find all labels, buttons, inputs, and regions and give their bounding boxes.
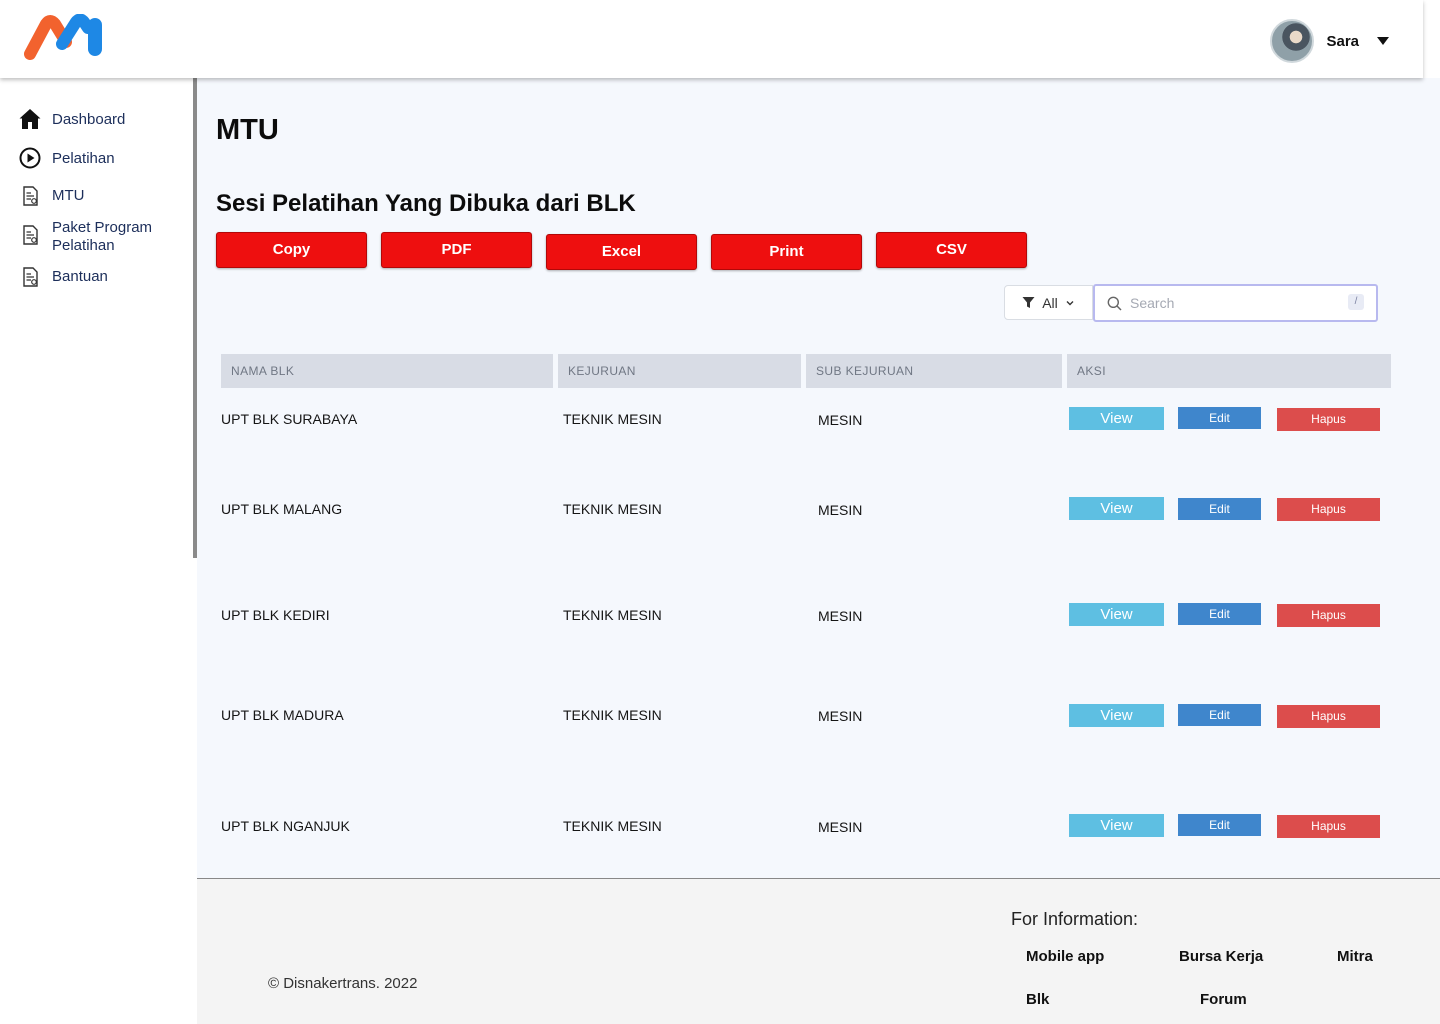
- delete-button[interactable]: Hapus: [1277, 408, 1380, 431]
- cell-nama-blk: UPT BLK KEDIRI: [221, 607, 330, 623]
- sidebar-item-label: Bantuan: [52, 268, 108, 285]
- delete-button[interactable]: Hapus: [1277, 705, 1380, 728]
- view-button[interactable]: View: [1069, 814, 1164, 837]
- cell-nama-blk: UPT BLK NGANJUK: [221, 818, 350, 834]
- sidebar-item-mtu[interactable]: MTU: [18, 184, 85, 208]
- footer-link-blk[interactable]: Blk: [1026, 991, 1049, 1008]
- sidebar-item-label: Paket Program Pelatihan: [52, 219, 153, 254]
- sidebar-item-label: Dashboard: [52, 111, 126, 128]
- column-header-nama-blk[interactable]: NAMA BLK: [221, 354, 553, 388]
- cell-sub-kejuruan: MESIN: [818, 708, 863, 724]
- sidebar-item-pelatihan[interactable]: Pelatihan: [18, 146, 115, 170]
- avatar[interactable]: [1270, 19, 1315, 63]
- csv-button[interactable]: CSV: [876, 232, 1027, 268]
- copyright-text: © Disnakertrans. 2022: [268, 975, 418, 992]
- cell-kejuruan: TEKNIK MESIN: [563, 707, 662, 723]
- document-icon: [18, 265, 42, 289]
- play-circle-icon: [18, 146, 42, 170]
- section-title: Sesi Pelatihan Yang Dibuka dari BLK: [216, 190, 636, 217]
- edit-button[interactable]: Edit: [1178, 603, 1261, 625]
- document-icon: [18, 184, 42, 208]
- chevron-down-icon[interactable]: [1377, 37, 1389, 45]
- edit-button[interactable]: Edit: [1178, 814, 1261, 836]
- cell-nama-blk: UPT BLK MALANG: [221, 501, 343, 517]
- delete-button[interactable]: Hapus: [1277, 815, 1380, 838]
- excel-button[interactable]: Excel: [546, 234, 697, 270]
- filter-label: All: [1042, 294, 1058, 311]
- cell-kejuruan: TEKNIK MESIN: [563, 501, 662, 517]
- edit-button[interactable]: Edit: [1178, 704, 1261, 726]
- view-button[interactable]: View: [1069, 497, 1164, 520]
- edit-button[interactable]: Edit: [1178, 407, 1261, 429]
- sidebar: Dashboard Pelatihan MTU Paket Program Pe…: [0, 78, 197, 1024]
- footer-link-forum[interactable]: Forum: [1200, 991, 1247, 1008]
- document-icon: [18, 223, 42, 247]
- edit-button[interactable]: Edit: [1178, 498, 1261, 520]
- top-header: Sara: [0, 0, 1423, 78]
- cell-nama-blk: UPT BLK MADURA: [221, 707, 344, 723]
- column-header-sub-kejuruan[interactable]: SUB KEJURUAN: [806, 354, 1062, 388]
- footer-link-bursa-kerja[interactable]: Bursa Kerja: [1179, 948, 1263, 965]
- footer-info-title: For Information:: [1011, 909, 1139, 929]
- main-content: MTU Sesi Pelatihan Yang Dibuka dari BLK …: [197, 78, 1440, 878]
- sidebar-item-bantuan[interactable]: Bantuan: [18, 265, 108, 289]
- search-box[interactable]: /: [1093, 284, 1378, 322]
- sidebar-item-label: Pelatihan: [52, 150, 115, 167]
- cell-sub-kejuruan: MESIN: [818, 502, 863, 518]
- cell-kejuruan: TEKNIK MESIN: [563, 818, 662, 834]
- print-button[interactable]: Print: [711, 234, 862, 270]
- sidebar-item-label: MTU: [52, 187, 85, 204]
- view-button[interactable]: View: [1069, 704, 1164, 727]
- delete-button[interactable]: Hapus: [1277, 498, 1380, 521]
- filter-dropdown[interactable]: All: [1004, 285, 1093, 320]
- page-title: MTU: [216, 114, 279, 146]
- user-name[interactable]: Sara: [1326, 33, 1359, 50]
- view-button[interactable]: View: [1069, 407, 1164, 430]
- column-header-aksi: AKSI: [1067, 354, 1391, 388]
- cell-nama-blk: UPT BLK SURABAYA: [221, 411, 358, 427]
- footer-link-mitra[interactable]: Mitra: [1337, 948, 1373, 965]
- copy-button[interactable]: Copy: [216, 232, 367, 268]
- footer-link-mobile-app[interactable]: Mobile app: [1026, 948, 1104, 965]
- filter-icon: [1022, 297, 1035, 308]
- search-input[interactable]: [1130, 295, 1330, 311]
- cell-sub-kejuruan: MESIN: [818, 608, 863, 624]
- cell-kejuruan: TEKNIK MESIN: [563, 607, 662, 623]
- delete-button[interactable]: Hapus: [1277, 604, 1380, 627]
- app-logo[interactable]: [24, 14, 106, 60]
- view-button[interactable]: View: [1069, 603, 1164, 626]
- search-icon: [1107, 296, 1122, 311]
- footer: © Disnakertrans. 2022 For Information: M…: [197, 878, 1440, 1024]
- chevron-down-icon: [1066, 300, 1074, 305]
- user-menu[interactable]: Sara: [1270, 19, 1389, 63]
- search-shortcut-key: /: [1348, 294, 1364, 310]
- cell-kejuruan: TEKNIK MESIN: [563, 411, 662, 427]
- column-header-kejuruan[interactable]: KEJURUAN: [558, 354, 801, 388]
- cell-sub-kejuruan: MESIN: [818, 819, 863, 835]
- pdf-button[interactable]: PDF: [381, 232, 532, 268]
- sidebar-item-paket-program[interactable]: Paket Program Pelatihan: [18, 219, 177, 255]
- cell-sub-kejuruan: MESIN: [818, 412, 863, 428]
- home-icon: [18, 107, 42, 131]
- sidebar-item-dashboard[interactable]: Dashboard: [18, 107, 125, 131]
